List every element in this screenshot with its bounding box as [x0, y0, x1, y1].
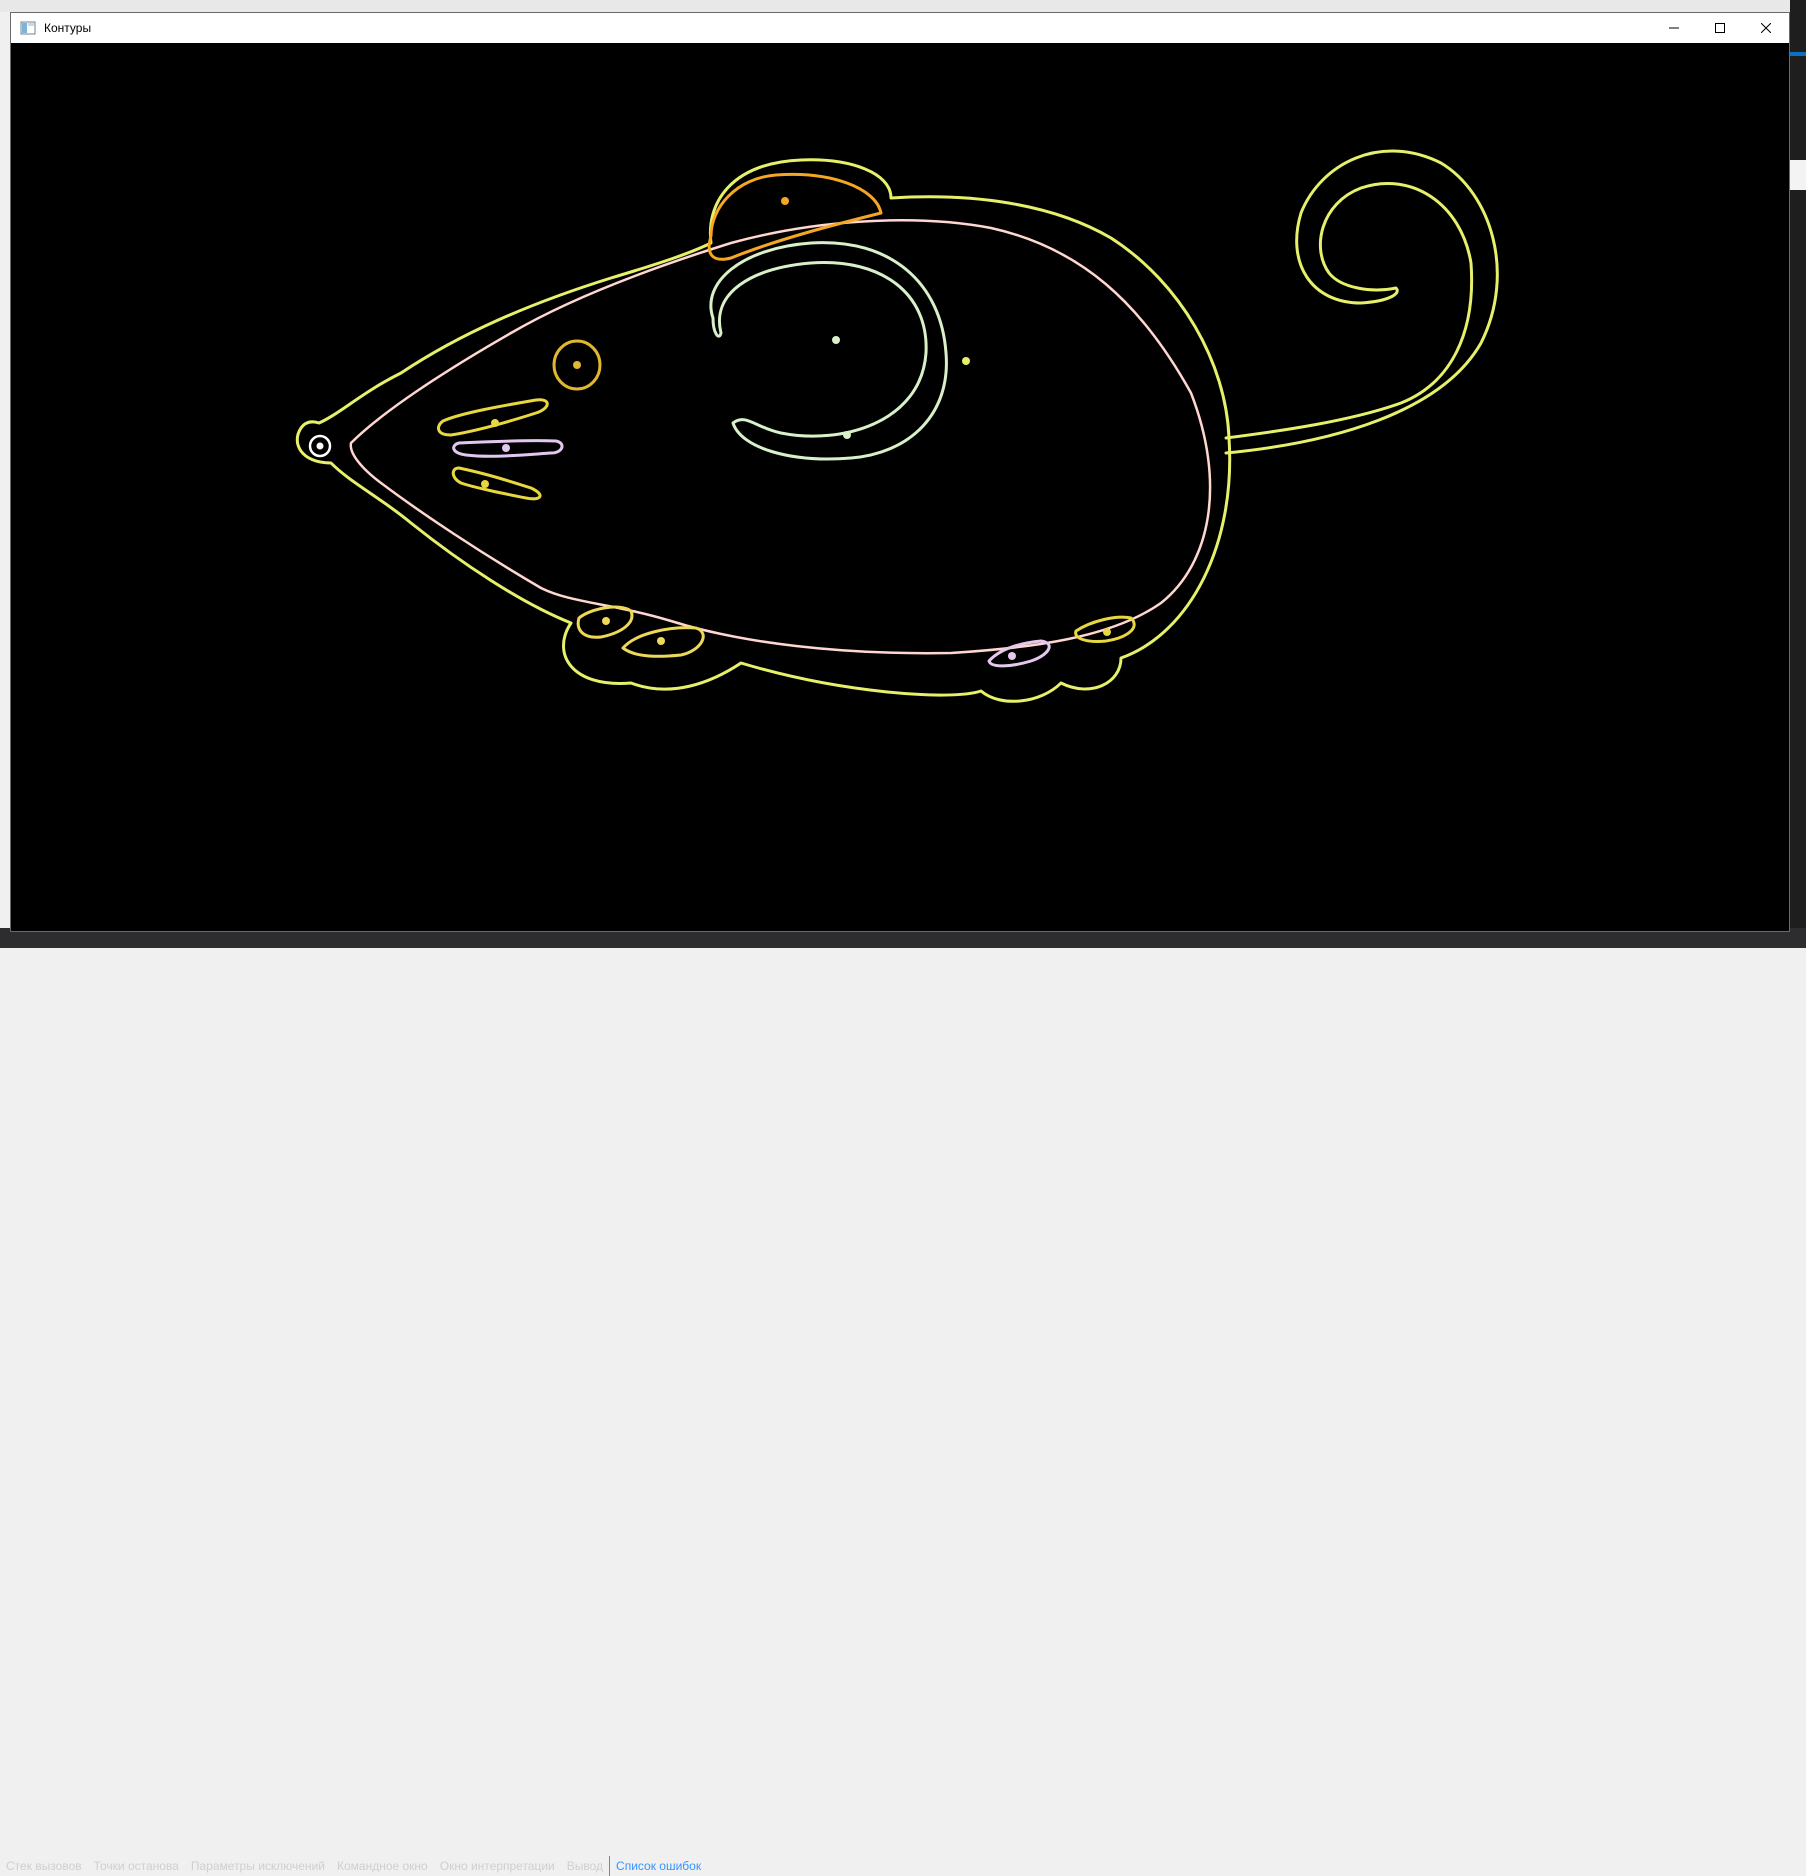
centroid-body: [962, 357, 970, 365]
maximize-icon: [1715, 23, 1725, 33]
centroid-foot-left-2: [657, 637, 665, 645]
ide-side-panel: [1790, 160, 1806, 190]
tab-command-window[interactable]: Командное окно: [331, 1856, 434, 1876]
whisker-bottom-contour: [451, 466, 542, 501]
centroid-body-inner: [832, 336, 840, 344]
centroid-eye: [573, 361, 581, 369]
centroid-foot-right-1: [1008, 652, 1016, 660]
window-controls: [1651, 13, 1789, 43]
close-icon: [1761, 23, 1771, 33]
centroid-whisker-middle: [502, 444, 510, 452]
background-ide-side: [1790, 0, 1806, 948]
background-ide-strip: [0, 0, 1806, 12]
centroid-ear-inner: [843, 431, 851, 439]
whisker-top-contour: [437, 398, 549, 437]
ide-accent-bar: [1790, 52, 1806, 56]
centroid-nose: [316, 442, 324, 450]
centroid-foot-right-2: [1103, 628, 1111, 636]
minimize-button[interactable]: [1651, 13, 1697, 43]
tab-immediate-window[interactable]: Окно интерпретации: [434, 1856, 561, 1876]
centroid-points: [316, 197, 1111, 660]
tab-call-stack[interactable]: Стек вызовов: [0, 1856, 88, 1876]
ide-panel-tabs: Стек вызовов Точки останова Параметры ис…: [0, 1856, 707, 1876]
tail-contour: [1224, 149, 1499, 455]
contours-window: Контуры: [10, 12, 1790, 932]
body-inner-contour: [349, 219, 1212, 655]
centroid-whisker-top: [491, 419, 499, 427]
ear-inner-contour: [709, 241, 948, 461]
window-title: Контуры: [44, 21, 92, 35]
contours-canvas: [295, 149, 1499, 703]
window-app-icon: [20, 21, 36, 35]
centroid-ear: [781, 197, 789, 205]
close-button[interactable]: [1743, 13, 1789, 43]
centroid-foot-left-1: [602, 617, 610, 625]
minimize-icon: [1669, 27, 1679, 29]
title-bar[interactable]: Контуры: [11, 13, 1789, 43]
maximize-button[interactable]: [1697, 13, 1743, 43]
centroid-whisker-bottom: [481, 480, 489, 488]
tab-error-list[interactable]: Список ошибок: [609, 1856, 707, 1876]
tab-exception-settings[interactable]: Параметры исключений: [185, 1856, 331, 1876]
tab-output[interactable]: Вывод: [561, 1856, 609, 1876]
body-outer-contour: [295, 158, 1232, 703]
tab-breakpoints[interactable]: Точки останова: [88, 1856, 185, 1876]
